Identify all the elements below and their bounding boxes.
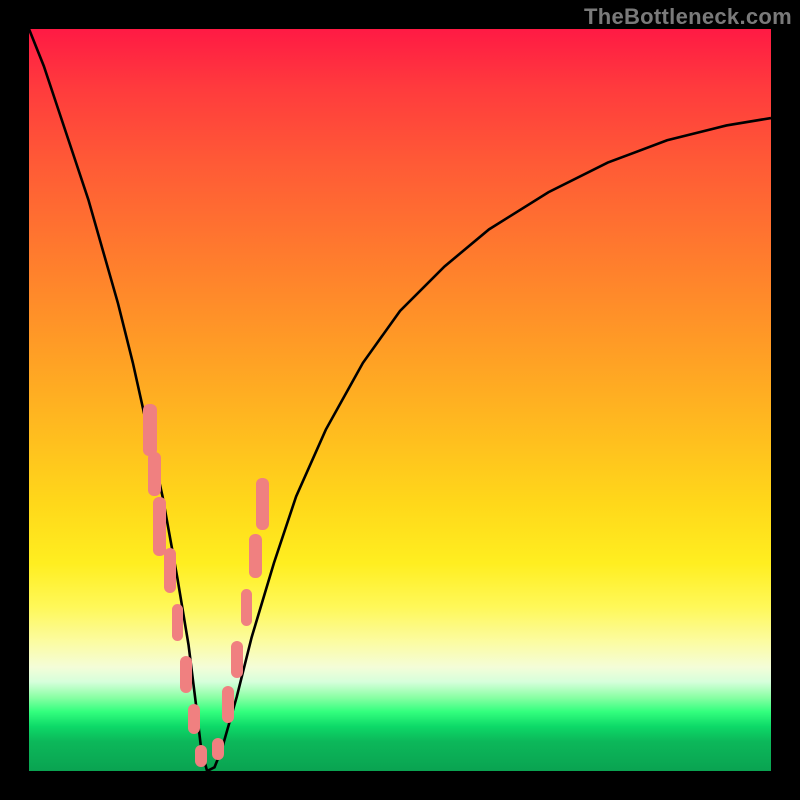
curve-marker	[153, 497, 166, 556]
curve-marker	[180, 656, 192, 693]
curve-marker	[249, 534, 262, 579]
curve-marker	[143, 404, 156, 456]
curve-marker	[231, 641, 243, 678]
curve-marker	[148, 452, 161, 497]
chart-plot-area	[29, 29, 771, 771]
curve-marker	[256, 478, 269, 530]
curve-marker	[212, 738, 224, 760]
curve-marker	[188, 704, 200, 734]
curve-path	[29, 29, 771, 771]
curve-marker	[195, 745, 207, 767]
watermark-text: TheBottleneck.com	[584, 4, 792, 30]
bottleneck-curve	[29, 29, 771, 771]
curve-marker	[241, 589, 253, 626]
curve-marker	[164, 548, 176, 593]
curve-marker	[222, 686, 234, 723]
curve-marker	[172, 604, 184, 641]
